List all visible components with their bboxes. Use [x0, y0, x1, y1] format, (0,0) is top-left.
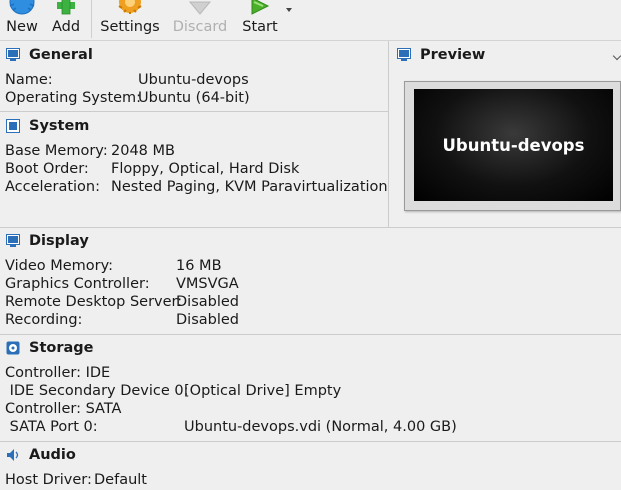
system-title: System [29, 118, 90, 134]
vm-details-pane: General Name: Ubuntu-devops Operating Sy… [0, 40, 621, 490]
audio-section-header[interactable]: Audio [0, 443, 76, 467]
display-vmem-value: 16 MB [176, 258, 222, 274]
display-gc-value: VMSVGA [176, 276, 239, 292]
preview-collapse-chevron-icon[interactable] [612, 51, 621, 61]
preview-title: Preview [420, 47, 486, 63]
start-button-label: Start [242, 19, 278, 35]
system-boot-label: Boot Order: [5, 161, 89, 177]
storage-ide-controller-label: Controller: IDE [5, 365, 111, 381]
storage-sata-port-value: Ubuntu-devops.vdi (Normal, 4.00 GB) [184, 419, 457, 435]
toolbar-separator [91, 0, 92, 38]
preview-screen-text: Ubuntu-devops [442, 135, 585, 155]
display-rec-label: Recording: [5, 312, 83, 328]
storage-title: Storage [29, 340, 94, 356]
discard-button[interactable]: Discard [172, 0, 228, 40]
start-dropdown-arrow-icon[interactable] [286, 8, 292, 12]
preview-screen: Ubuntu-devops [414, 89, 613, 201]
audio-title: Audio [29, 447, 76, 463]
system-chip-icon [6, 119, 20, 133]
display-monitor-icon [6, 234, 20, 248]
display-rds-value: Disabled [176, 294, 239, 310]
start-arrow-icon [246, 0, 274, 18]
display-section-header[interactable]: Display [0, 229, 89, 253]
general-title: General [29, 47, 93, 63]
general-name-value: Ubuntu-devops [138, 72, 249, 88]
display-rds-label: Remote Desktop Server: [5, 294, 183, 310]
display-title: Display [29, 233, 89, 249]
system-accel-label: Acceleration: [5, 179, 100, 195]
storage-disk-icon [6, 341, 20, 355]
system-divider [0, 227, 621, 228]
storage-ide-secondary-value: [Optical Drive] Empty [184, 383, 342, 399]
storage-divider [0, 441, 621, 442]
toolbar: New Add Settings Discard Start [0, 0, 621, 40]
general-divider [0, 111, 388, 112]
storage-sata-port-label: SATA Port 0: [5, 419, 98, 435]
display-gc-label: Graphics Controller: [5, 276, 150, 292]
discard-arrow-icon [186, 0, 214, 18]
storage-ide-secondary-label: IDE Secondary Device 0: [5, 383, 189, 399]
preview-frame: Ubuntu-devops [404, 81, 621, 211]
new-vm-icon [8, 0, 36, 18]
display-vmem-label: Video Memory: [5, 258, 114, 274]
system-section-header[interactable]: System [0, 114, 89, 138]
general-os-label: Operating System: [5, 90, 142, 106]
general-name-label: Name: [5, 72, 53, 88]
new-button[interactable]: New [2, 0, 42, 40]
general-monitor-icon [6, 48, 20, 62]
system-accel-value: Nested Paging, KVM Paravirtualization [111, 179, 388, 195]
audio-speaker-icon [6, 448, 20, 462]
preview-section-header[interactable]: Preview [389, 43, 485, 67]
new-button-label: New [6, 19, 38, 35]
audio-host-driver-value: Default [94, 472, 147, 488]
display-rec-value: Disabled [176, 312, 239, 328]
add-button-label: Add [51, 19, 81, 35]
general-os-value: Ubuntu (64-bit) [138, 90, 250, 106]
settings-gear-icon [116, 0, 144, 18]
audio-host-driver-label: Host Driver: [5, 472, 92, 488]
preview-divider [388, 41, 389, 227]
settings-button-label: Settings [100, 19, 160, 35]
storage-section-header[interactable]: Storage [0, 336, 94, 360]
display-divider [0, 334, 621, 335]
system-boot-value: Floppy, Optical, Hard Disk [111, 161, 300, 177]
general-section-header[interactable]: General [0, 43, 93, 67]
add-button[interactable]: Add [48, 0, 84, 40]
start-button[interactable]: Start [240, 0, 280, 40]
system-memory-label: Base Memory: [5, 143, 108, 159]
discard-button-label: Discard [172, 19, 228, 35]
preview-monitor-icon [397, 48, 411, 62]
system-memory-value: 2048 MB [111, 143, 175, 159]
storage-sata-controller-label: Controller: SATA [5, 401, 122, 417]
add-plus-icon [52, 0, 80, 18]
settings-button[interactable]: Settings [100, 0, 160, 40]
